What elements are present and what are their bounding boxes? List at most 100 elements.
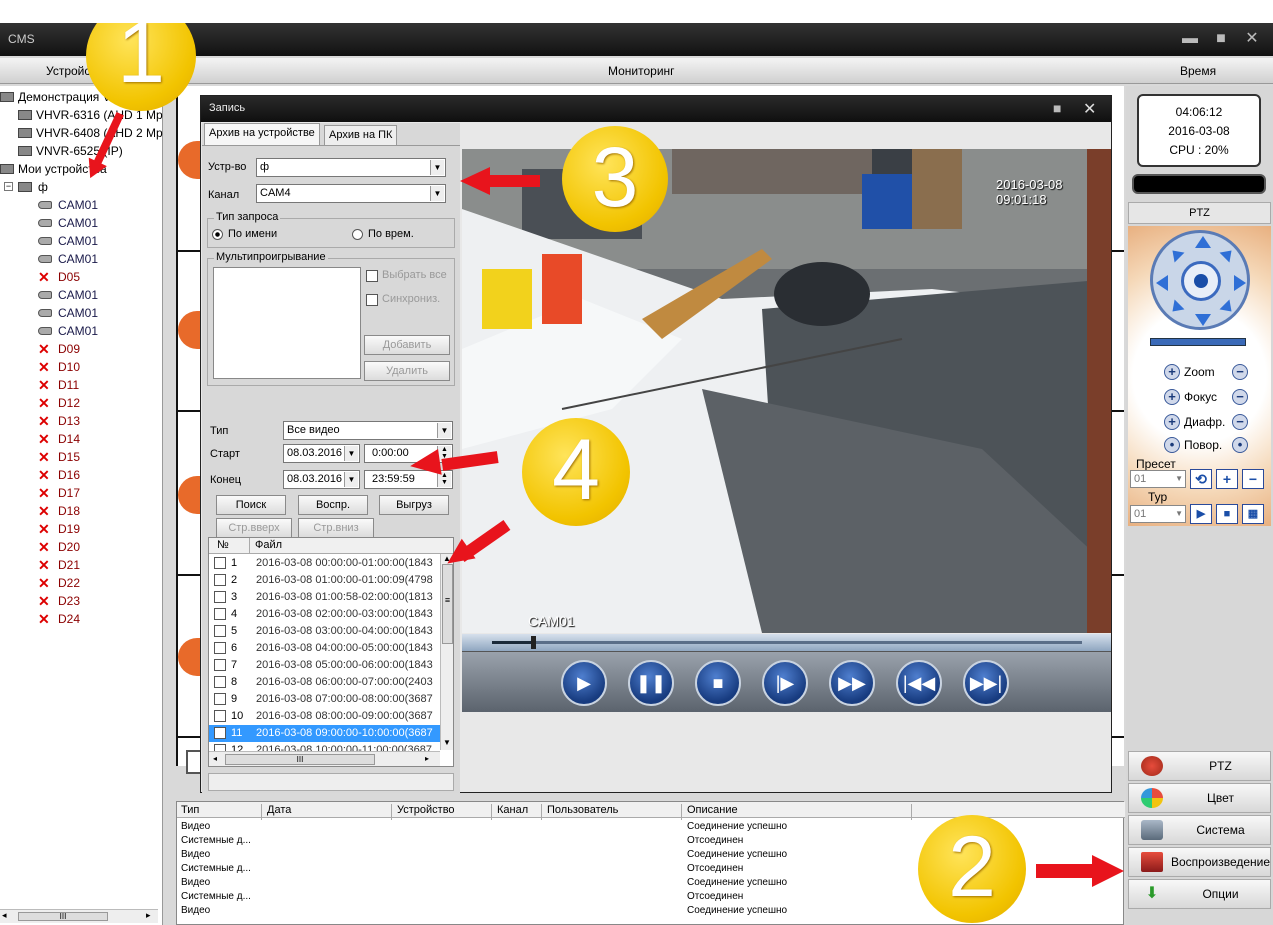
close-button[interactable]: ✕	[1243, 30, 1261, 48]
video-type-select[interactable]: Все видео ▼	[283, 421, 453, 440]
fast-forward-icon[interactable]: ▶▶	[829, 660, 875, 706]
log-col-device[interactable]: Устройство	[397, 804, 455, 816]
rotate-button[interactable]: •	[1164, 437, 1180, 453]
file-row[interactable]: 1 2016-03-08 00:00:00-01:00:00(1843	[209, 555, 441, 572]
by-name-radio[interactable]	[212, 229, 223, 240]
scroll-left-icon[interactable]: ◂	[2, 910, 7, 921]
file-checkbox[interactable]	[214, 659, 226, 671]
file-row[interactable]: ✔ 11 2016-03-08 09:00:00-10:00:00(3687	[209, 725, 441, 742]
iris-minus-button[interactable]: −	[1232, 414, 1248, 430]
scroll-thumb[interactable]: III	[225, 754, 375, 765]
tab-monitoring[interactable]: Мониторинг	[608, 64, 675, 78]
ptz-direction-pad[interactable]	[1150, 230, 1250, 330]
left-arrow-icon[interactable]	[1156, 275, 1168, 291]
file-row[interactable]: 7 2016-03-08 05:00:00-06:00:00(1843	[209, 657, 441, 674]
tree-horizontal-scrollbar[interactable]: ◂ III ▸	[0, 909, 158, 923]
scroll-left-icon[interactable]: ◂	[213, 754, 217, 763]
file-row[interactable]: 9 2016-03-08 07:00:00-08:00:00(3687	[209, 691, 441, 708]
minimize-button[interactable]: ▬	[1181, 30, 1199, 48]
down-left-arrow-icon[interactable]	[1167, 299, 1185, 317]
collapse-icon[interactable]: −	[4, 182, 13, 191]
rotate-stop-button[interactable]: •	[1232, 437, 1248, 453]
tour-grid-button[interactable]: ▦	[1242, 504, 1264, 524]
preset-add-button[interactable]: +	[1216, 469, 1238, 489]
step-frame-icon[interactable]: |▶	[762, 660, 808, 706]
pause-icon[interactable]: ❚❚	[628, 660, 674, 706]
tab-pc-archive[interactable]: Архив на ПК	[324, 125, 398, 145]
maximize-icon[interactable]: ■	[1053, 100, 1061, 116]
up-arrow-icon[interactable]	[1195, 236, 1211, 248]
file-row[interactable]: 3 2016-03-08 01:00:58-02:00:00(1813	[209, 589, 441, 606]
log-col-user[interactable]: Пользователь	[547, 804, 618, 816]
nav-color-button[interactable]: Цвет	[1128, 783, 1271, 813]
play-button[interactable]: Воспр.	[298, 495, 368, 515]
select-all-checkbox[interactable]	[366, 270, 378, 282]
file-row[interactable]: 5 2016-03-08 03:00:00-04:00:00(1843	[209, 623, 441, 640]
download-button[interactable]: Выгруз	[379, 495, 449, 515]
skip-back-icon[interactable]: |◀◀	[896, 660, 942, 706]
file-row[interactable]: 6 2016-03-08 04:00:00-05:00:00(1843	[209, 640, 441, 657]
log-col-type[interactable]: Тип	[181, 804, 199, 816]
tab-time[interactable]: Время	[1180, 64, 1216, 78]
file-checkbox[interactable]	[214, 625, 226, 637]
focus-minus-button[interactable]: −	[1232, 389, 1248, 405]
tour-select[interactable]: 01 ▼	[1130, 505, 1186, 523]
file-checkbox[interactable]	[214, 693, 226, 705]
device-select[interactable]: ф ▼	[256, 158, 446, 177]
nav-playback-button[interactable]: Воспроизведение	[1128, 847, 1271, 877]
seek-handle[interactable]	[531, 636, 537, 649]
preset-remove-button[interactable]: −	[1242, 469, 1264, 489]
file-checkbox[interactable]	[214, 676, 226, 688]
multiplay-list[interactable]	[213, 267, 361, 379]
up-left-arrow-icon[interactable]	[1167, 245, 1185, 263]
file-list-vscrollbar[interactable]: ▲ ≡ ▼	[440, 554, 453, 750]
preset-select[interactable]: 01 ▼	[1130, 470, 1186, 488]
file-checkbox[interactable]	[214, 591, 226, 603]
scroll-thumb[interactable]: ≡	[442, 564, 453, 644]
channel-select[interactable]: CAM4 ▼	[256, 184, 446, 203]
seek-bar[interactable]	[462, 634, 1111, 652]
tab-device-archive[interactable]: Архив на устройстве	[204, 123, 320, 145]
close-icon[interactable]: ✕	[1083, 99, 1096, 119]
nav-system-button[interactable]: Система	[1128, 815, 1271, 845]
nav-options-button[interactable]: ⬇ Опции	[1128, 879, 1271, 909]
zoom-in-button[interactable]: +	[1164, 364, 1180, 380]
right-arrow-icon[interactable]	[1234, 275, 1246, 291]
scroll-right-icon[interactable]: ▸	[425, 754, 429, 763]
down-right-arrow-icon[interactable]	[1219, 299, 1237, 317]
tour-stop-button[interactable]: ■	[1216, 504, 1238, 524]
delete-button[interactable]: Удалить	[364, 361, 450, 381]
tour-play-button[interactable]: ▶	[1190, 504, 1212, 524]
iris-plus-button[interactable]: +	[1164, 414, 1180, 430]
skip-forward-icon[interactable]: ▶▶|	[963, 660, 1009, 706]
maximize-button[interactable]: ■	[1212, 30, 1230, 48]
log-col-date[interactable]: Дата	[267, 804, 291, 816]
log-col-description[interactable]: Описание	[687, 804, 738, 816]
file-row[interactable]: 10 2016-03-08 08:00:00-09:00:00(3687	[209, 708, 441, 725]
down-arrow-icon[interactable]	[1195, 314, 1211, 326]
file-checkbox[interactable]	[214, 642, 226, 654]
file-row[interactable]: 8 2016-03-08 06:00:00-07:00:00(2403	[209, 674, 441, 691]
by-time-radio[interactable]	[352, 229, 363, 240]
page-up-button[interactable]: Стр.вверх	[216, 518, 292, 538]
search-button[interactable]: Поиск	[216, 495, 286, 515]
file-checkbox[interactable]	[214, 557, 226, 569]
ptz-speed-slider[interactable]	[1150, 338, 1246, 346]
file-checkbox[interactable]	[214, 608, 226, 620]
play-icon[interactable]: ▶	[561, 660, 607, 706]
file-list-hscrollbar[interactable]: ◂ III ▸	[209, 751, 440, 766]
start-date-picker[interactable]: 08.03.2016 ▼	[283, 444, 360, 463]
scroll-right-icon[interactable]: ▸	[146, 910, 151, 921]
file-checkbox[interactable]: ✔	[214, 727, 226, 739]
col-num-header[interactable]: №	[217, 539, 229, 551]
stop-icon[interactable]: ■	[695, 660, 741, 706]
col-file-header[interactable]: Файл	[255, 539, 282, 551]
zoom-out-button[interactable]: −	[1232, 364, 1248, 380]
video-player[interactable]: 2016-03-08 09:01:18 CAM01	[462, 149, 1111, 633]
file-row[interactable]: 2 2016-03-08 01:00:00-01:00:09(4798	[209, 572, 441, 589]
ptz-center-button[interactable]	[1181, 261, 1221, 301]
page-down-button[interactable]: Стр.вниз	[298, 518, 374, 538]
nav-ptz-button[interactable]: PTZ	[1128, 751, 1271, 781]
file-checkbox[interactable]	[214, 574, 226, 586]
sync-checkbox[interactable]	[366, 294, 378, 306]
